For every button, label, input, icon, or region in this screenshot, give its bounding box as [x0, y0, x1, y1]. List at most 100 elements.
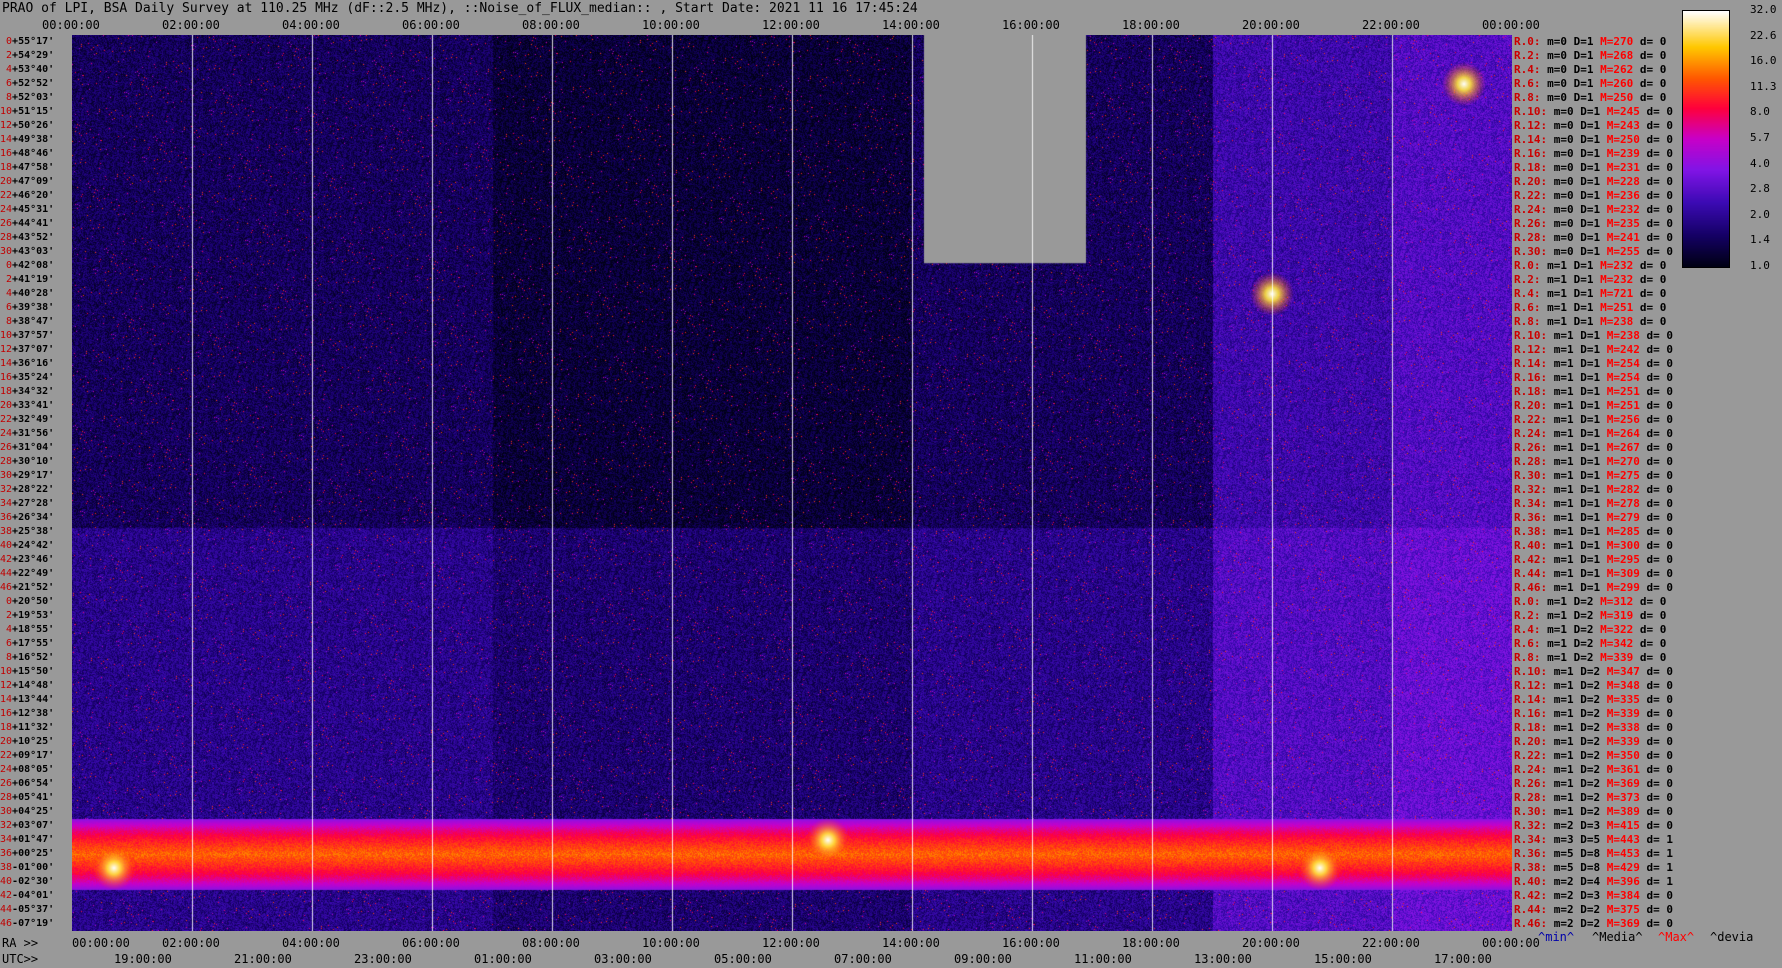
declination-value: +29°17' [12, 470, 55, 481]
declination-value: +15°50' [12, 666, 55, 677]
stat-D: D=2 [1573, 637, 1594, 650]
stat-D: D=1 [1580, 189, 1601, 202]
declination-value: +37°57' [12, 330, 55, 341]
stat-dev: d= 0 [1646, 553, 1674, 566]
declination-label: 14+13°44' [0, 694, 54, 705]
declination-label: 28+43°52' [0, 232, 54, 243]
stat-dev: d= 1 [1646, 847, 1674, 860]
row-stat: R.40: m=2 D=4 M=396 d= 1 [1514, 876, 1673, 888]
row-stat: R.22: m=0 D=1 M=236 d= 0 [1514, 190, 1673, 202]
declination-value: +21°52' [12, 582, 55, 593]
stat-max: M=239 [1606, 147, 1640, 160]
stat-min: m=1 [1553, 511, 1574, 524]
row-index: 28 [0, 232, 13, 243]
stat-D: D=1 [1580, 371, 1601, 384]
stat-max: M=339 [1600, 651, 1634, 664]
stat-min: m=1 [1553, 567, 1574, 580]
declination-label: 6+39°38' [0, 302, 54, 313]
declination-value: +01°47' [12, 834, 55, 845]
stat-dev: d= 0 [1646, 161, 1674, 174]
declination-label: 20+10°25' [0, 736, 54, 747]
stat-max: M=384 [1606, 889, 1640, 902]
beam-label: R.20: [1514, 175, 1548, 188]
row-index: 18 [0, 722, 13, 733]
colorbar-tick: 2.0 [1750, 207, 1770, 221]
stat-D: D=2 [1573, 623, 1594, 636]
declination-label: 40+24°42' [0, 540, 54, 551]
survey-heatmap[interactable] [72, 35, 1512, 931]
row-index: 4 [0, 64, 13, 75]
declination-label: 26+44°41' [0, 218, 54, 229]
bottom-ra-tick: 12:00:00 [762, 936, 820, 950]
stat-max: M=361 [1606, 763, 1640, 776]
beam-label: R.30: [1514, 245, 1548, 258]
stat-min: m=0 [1547, 91, 1567, 104]
row-index: 20 [0, 736, 13, 747]
declination-value: +38°47' [12, 316, 55, 327]
row-index: 10 [0, 666, 13, 677]
bottom-ra-tick: 22:00:00 [1362, 936, 1420, 950]
declination-label: 2+41°19' [0, 274, 54, 285]
row-index: 16 [0, 148, 13, 159]
stat-dev: d= 0 [1646, 483, 1674, 496]
stat-dev: d= 0 [1646, 189, 1674, 202]
stat-D: D=1 [1573, 259, 1594, 272]
top-tick-label: 08:00:00 [522, 18, 580, 32]
stat-D: D=2 [1580, 679, 1601, 692]
stat-dev: d= 0 [1646, 805, 1674, 818]
declination-value: +46°20' [12, 190, 55, 201]
stat-max: M=299 [1606, 581, 1640, 594]
stat-min: m=0 [1553, 203, 1574, 216]
stat-min: m=1 [1553, 385, 1574, 398]
stat-dev: d= 0 [1639, 35, 1667, 48]
stat-min: m=1 [1547, 273, 1567, 286]
stat-D: D=1 [1580, 147, 1601, 160]
stat-dev: d= 0 [1639, 623, 1667, 636]
stat-dev: d= 0 [1646, 721, 1674, 734]
row-index: 30 [0, 246, 13, 257]
row-index: 46 [0, 582, 13, 593]
beam-label: R.28: [1514, 791, 1548, 804]
stat-D: D=1 [1580, 161, 1601, 174]
row-stat: R.22: m=1 D=2 M=350 d= 0 [1514, 750, 1673, 762]
row-stat: R.4: m=1 D=1 M=721 d= 0 [1514, 288, 1666, 300]
declination-value: +09°17' [12, 750, 55, 761]
declination-value: +06°54' [12, 778, 55, 789]
row-index: 30 [0, 470, 13, 481]
declination-label: 26+06°54' [0, 778, 54, 789]
row-stat: R.6: m=0 D=1 M=260 d= 0 [1514, 78, 1666, 90]
stat-D: D=1 [1580, 175, 1601, 188]
stat-dev: d= 0 [1646, 581, 1674, 594]
beam-label: R.44: [1514, 903, 1548, 916]
stat-min: m=0 [1547, 35, 1567, 48]
row-index: 24 [0, 428, 13, 439]
stat-dev: d= 0 [1639, 301, 1667, 314]
declination-value: +47°09' [12, 176, 55, 187]
stat-max: M=309 [1606, 567, 1640, 580]
row-index: 2 [0, 274, 13, 285]
declination-value: +14°48' [12, 680, 55, 691]
declination-label: 2+19°53' [0, 610, 54, 621]
stat-D: D=1 [1580, 455, 1601, 468]
declination-value: +28°22' [12, 484, 55, 495]
stat-max: M=275 [1606, 469, 1640, 482]
top-tick-label: 16:00:00 [1002, 18, 1060, 32]
beam-label: R.22: [1514, 189, 1548, 202]
row-stat: R.42: m=1 D=1 M=295 d= 0 [1514, 554, 1673, 566]
row-index: 12 [0, 680, 13, 691]
stat-min: m=0 [1553, 119, 1574, 132]
stat-min: m=1 [1553, 371, 1574, 384]
stat-min: m=0 [1547, 77, 1567, 90]
declination-label: 18+34°32' [0, 386, 54, 397]
row-index: 6 [0, 302, 13, 313]
declination-label: 20+33°41' [0, 400, 54, 411]
stat-min: m=1 [1553, 539, 1574, 552]
stat-D: D=2 [1573, 609, 1594, 622]
stat-dev: d= 0 [1646, 777, 1674, 790]
bottom-utc-tick: 05:00:00 [714, 952, 772, 966]
stat-dev: d= 0 [1646, 371, 1674, 384]
declination-value: +10°25' [12, 736, 55, 747]
bottom-ra-tick: 04:00:00 [282, 936, 340, 950]
stat-D: D=2 [1580, 749, 1601, 762]
row-index: 28 [0, 792, 13, 803]
